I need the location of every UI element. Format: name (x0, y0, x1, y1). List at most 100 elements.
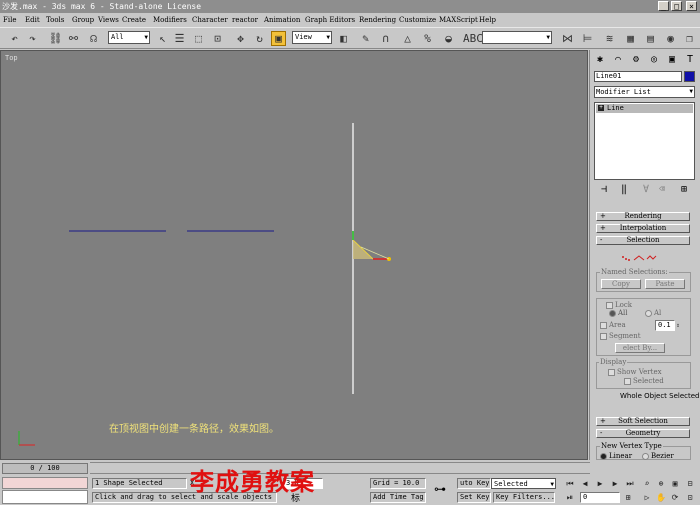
menu-customize[interactable]: Customize (399, 16, 436, 24)
auto-key-button[interactable]: uto Key (457, 478, 491, 489)
curve-editor-icon[interactable]: ▦ (623, 31, 638, 46)
zoom-extents-icon[interactable]: ▣ (669, 478, 681, 489)
schematic-view-icon[interactable]: ▤ (643, 31, 658, 46)
selection-filter-dropdown[interactable]: All ▼ (108, 31, 150, 44)
configure-sets-icon[interactable]: ⊞ (676, 183, 692, 197)
sub-object-icons[interactable] (620, 254, 660, 262)
go-to-end-icon[interactable]: ⏭ (624, 478, 636, 489)
reference-coordinate-dropdown[interactable]: View ▼ (292, 31, 332, 44)
hierarchy-tab-icon[interactable]: ⚙ (628, 53, 644, 67)
alike-radio[interactable]: All (609, 309, 628, 317)
redo-icon[interactable]: ↷ (25, 31, 40, 46)
close-button[interactable]: × (686, 1, 697, 11)
linear-radio[interactable]: Linear (600, 452, 632, 460)
show-end-result-icon[interactable]: ‖ (616, 183, 632, 197)
rectangular-selection-icon[interactable]: ⬚ (191, 31, 206, 46)
menu-group[interactable]: Group (72, 16, 94, 24)
percent-snap-icon[interactable]: % (420, 31, 435, 46)
rollout-interpolation[interactable]: + Interpolation (596, 224, 690, 233)
set-key-button[interactable]: Set Key (457, 492, 491, 503)
pan-icon[interactable]: ✋ (655, 492, 667, 503)
bind-space-warp-icon[interactable]: ☊ (86, 31, 101, 46)
motion-tab-icon[interactable]: ◎ (646, 53, 662, 67)
all-radio[interactable]: Al (645, 309, 661, 317)
time-config-icon[interactable]: ⊞ (622, 492, 634, 503)
area-value-field[interactable]: 0.1 (655, 320, 675, 331)
area-selection-checkbox[interactable]: Area (600, 321, 626, 329)
lock-handles-checkbox[interactable]: Lock (606, 301, 632, 309)
layer-manager-icon[interactable]: ≋ (602, 31, 617, 46)
align-icon[interactable]: ⊨ (580, 31, 595, 46)
manipulate-icon[interactable]: ✎ (358, 31, 373, 46)
track-bar[interactable] (90, 462, 590, 474)
menu-graph-editors[interactable]: Graph Editors (305, 16, 355, 24)
menu-views[interactable]: Views (98, 16, 119, 24)
select-object-icon[interactable]: ↖ (155, 31, 170, 46)
maximize-button[interactable]: □ (671, 1, 682, 11)
menu-tools[interactable]: Tools (46, 16, 64, 24)
snap-toggle-icon[interactable]: ∩ (378, 31, 393, 46)
angle-snap-icon[interactable]: △ (400, 31, 415, 46)
maxscript-listener-top[interactable] (2, 477, 88, 489)
menu-create[interactable]: Create (122, 16, 146, 24)
menu-file[interactable]: File (3, 16, 16, 24)
menu-modifiers[interactable]: Modifiers (153, 16, 187, 24)
select-and-link-icon[interactable]: ⛓ (48, 31, 63, 46)
window-crossing-icon[interactable]: ⊡ (210, 31, 225, 46)
render-scene-icon[interactable]: ❐ (682, 31, 697, 46)
object-color-swatch[interactable] (684, 71, 695, 82)
zoom-extents-all-icon[interactable]: ⊟ (684, 478, 696, 489)
menu-maxscript[interactable]: MAXScript (439, 16, 478, 24)
zoom-icon[interactable]: ⌕ (641, 478, 653, 489)
key-mode-dropdown[interactable]: Selected ▼ (491, 478, 556, 489)
utilities-tab-icon[interactable]: T (682, 53, 698, 67)
edit-named-selection-icon[interactable]: ABC (463, 31, 483, 46)
material-editor-icon[interactable]: ◉ (663, 31, 678, 46)
menu-help[interactable]: Help (479, 16, 496, 24)
play-icon[interactable]: ▶ (594, 478, 606, 489)
menu-reactor[interactable]: reactor (232, 16, 258, 24)
menu-edit[interactable]: Edit (25, 16, 40, 24)
show-vertex-numbers-checkbox[interactable]: Show Vertex (608, 368, 662, 376)
undo-icon[interactable]: ↶ (7, 31, 22, 46)
go-to-start-icon[interactable]: ⏮ (564, 478, 576, 489)
rollout-rendering[interactable]: + Rendering (596, 212, 690, 221)
rotate-icon[interactable]: ↻ (252, 31, 267, 46)
key-filters-button[interactable]: Key Filters... (493, 492, 555, 503)
make-unique-icon[interactable]: ∀ (638, 183, 654, 197)
mirror-icon[interactable]: ⋈ (560, 31, 575, 46)
time-slider[interactable]: 0 / 100 (2, 463, 88, 474)
arc-rotate-icon[interactable]: ⟳ (669, 492, 681, 503)
next-frame-icon[interactable]: ▶ (609, 478, 621, 489)
maximize-viewport-icon[interactable]: ⊡ (684, 492, 696, 503)
rollout-soft-selection[interactable]: + Soft Selection (596, 417, 690, 426)
key-icon[interactable]: ⊶ (434, 482, 446, 496)
scale-icon[interactable]: ▣ (271, 31, 286, 46)
object-name-field[interactable]: Line01 (594, 71, 682, 82)
rollout-selection[interactable]: - Selection (596, 236, 690, 245)
select-by-name-icon[interactable]: ☰ (172, 31, 187, 46)
copy-button[interactable]: Copy (601, 279, 641, 289)
rollout-geometry[interactable]: - Geometry (596, 429, 690, 438)
move-icon[interactable]: ✥ (233, 31, 248, 46)
display-tab-icon[interactable]: ▣ (664, 53, 680, 67)
pin-stack-icon[interactable]: ⊣ (596, 183, 612, 197)
unlink-icon[interactable]: ⚯ (66, 31, 81, 46)
modify-tab-icon[interactable]: ⌒ (610, 53, 626, 67)
modifier-stack[interactable]: + Line (594, 102, 695, 180)
minimize-button[interactable]: _ (658, 1, 669, 11)
segment-end-checkbox[interactable]: Segment (600, 332, 641, 340)
maxscript-listener-bottom[interactable] (2, 490, 88, 504)
menu-animation[interactable]: Animation (264, 16, 300, 24)
paste-button[interactable]: Paste (645, 279, 685, 289)
stack-item-line[interactable]: + Line (596, 104, 693, 113)
menu-character[interactable]: Character (192, 16, 228, 24)
add-time-tag-button[interactable]: Add Time Tag (370, 492, 426, 503)
remove-modifier-icon[interactable]: ⌫ (654, 183, 670, 197)
pivot-center-icon[interactable]: ◧ (336, 31, 351, 46)
named-selection-dropdown[interactable]: ▼ (482, 31, 552, 44)
current-frame-field[interactable]: 0 (580, 492, 620, 503)
area-spinner-icon[interactable]: ⇕ (675, 320, 681, 331)
menu-rendering[interactable]: Rendering (359, 16, 396, 24)
spinner-snap-icon[interactable]: ◒ (441, 31, 456, 46)
